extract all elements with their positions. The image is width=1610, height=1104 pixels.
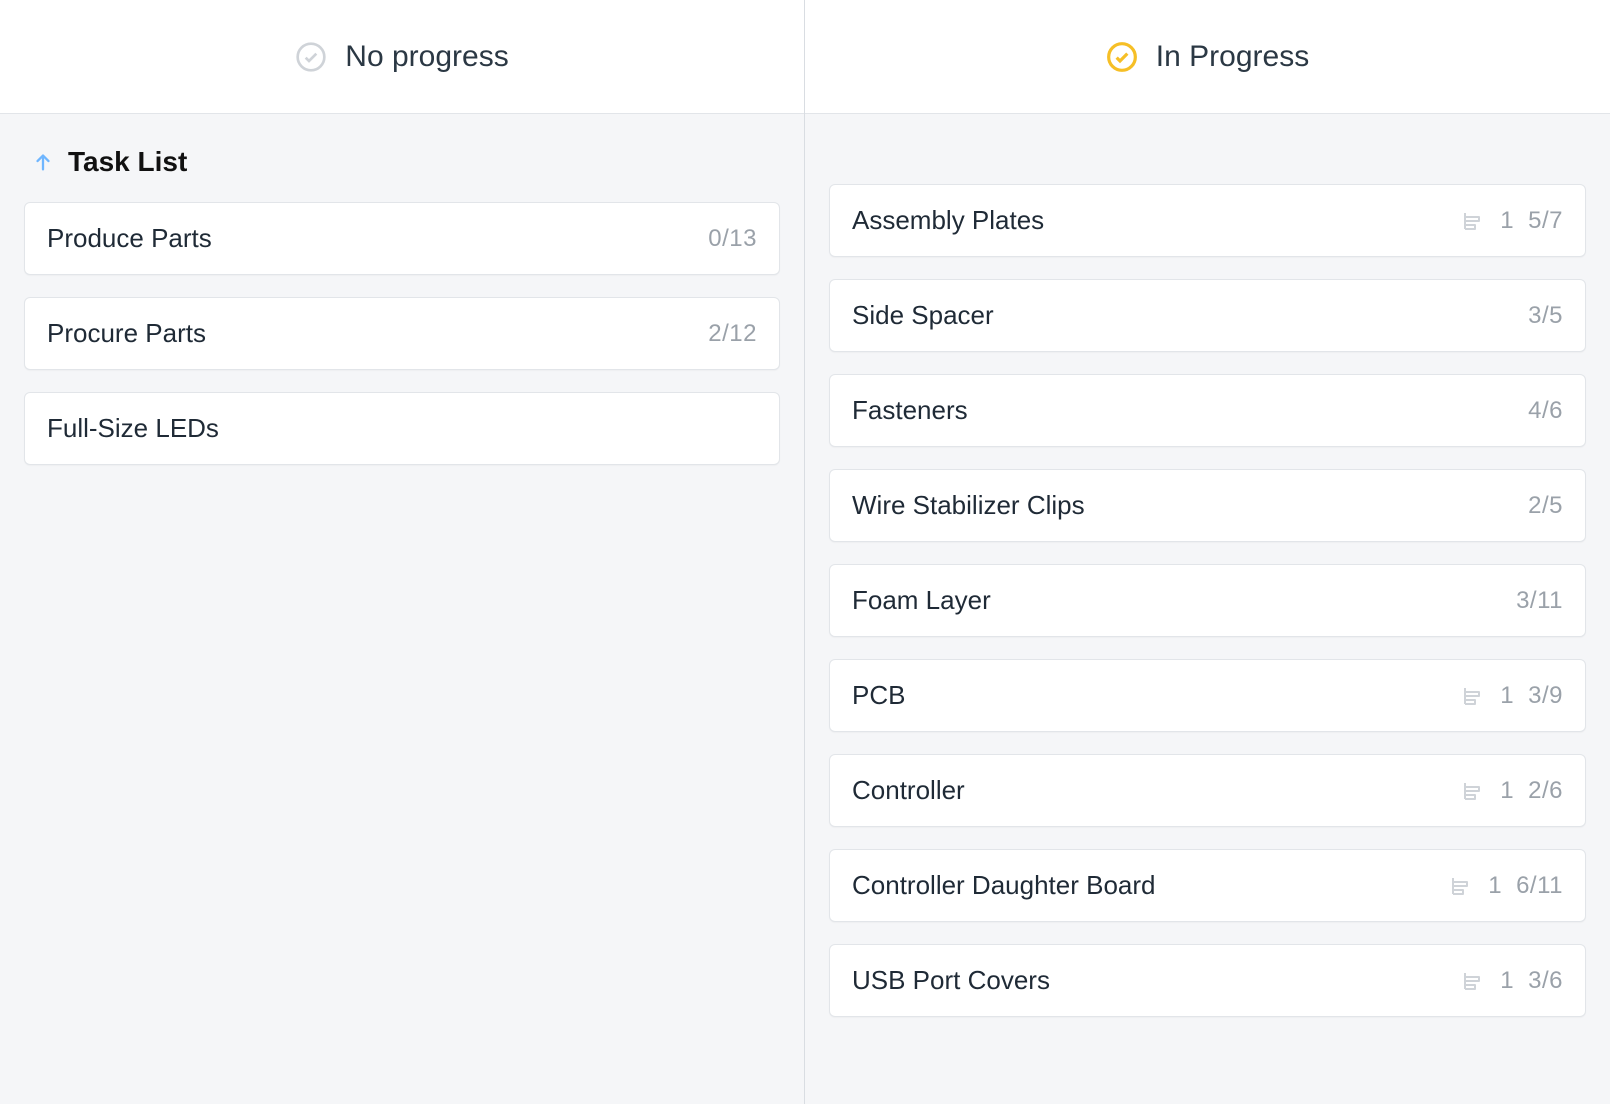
subtask-icon — [1462, 684, 1486, 708]
subtask-count: 1 — [1488, 872, 1502, 900]
task-card[interactable]: Side Spacer 3/5 — [829, 279, 1586, 352]
task-card[interactable]: Produce Parts 0/13 — [24, 202, 780, 275]
task-label: Controller — [852, 775, 965, 806]
task-meta: 0/13 — [708, 225, 757, 253]
task-card[interactable]: USB Port Covers 1 3/6 — [829, 944, 1586, 1017]
task-meta: 2/12 — [708, 320, 757, 348]
kanban-board: No progress Task List Produce Parts 0/13… — [0, 0, 1610, 1104]
task-progress: 2/12 — [708, 320, 757, 348]
subtask-count: 1 — [1500, 207, 1514, 235]
task-label: Side Spacer — [852, 300, 994, 331]
subtask-icon — [1462, 969, 1486, 993]
task-meta: 4/6 — [1528, 397, 1563, 425]
subtask-icon — [1450, 874, 1474, 898]
column-body-no-progress: Task List Produce Parts 0/13 Procure Par… — [0, 114, 804, 509]
column-header-no-progress[interactable]: No progress — [0, 0, 804, 114]
task-progress: 2/6 — [1528, 777, 1563, 805]
column-body-in-progress: Assembly Plates 1 5/7 Side Spacer 3/5 — [805, 114, 1610, 1061]
task-progress: 4/6 — [1528, 397, 1563, 425]
task-card[interactable]: Procure Parts 2/12 — [24, 297, 780, 370]
task-label: Procure Parts — [47, 318, 206, 349]
task-progress: 2/5 — [1528, 492, 1563, 520]
task-label: Controller Daughter Board — [852, 870, 1156, 901]
task-card[interactable]: Wire Stabilizer Clips 2/5 — [829, 469, 1586, 542]
task-meta: 1 6/11 — [1450, 872, 1563, 900]
task-label: PCB — [852, 680, 905, 711]
task-label: Wire Stabilizer Clips — [852, 490, 1085, 521]
task-progress: 3/11 — [1516, 587, 1563, 615]
task-meta: 2/5 — [1528, 492, 1563, 520]
task-label: Full-Size LEDs — [47, 413, 219, 444]
task-label: Assembly Plates — [852, 205, 1044, 236]
spacer — [829, 136, 1586, 184]
arrow-up-icon — [32, 151, 54, 173]
task-label: Foam Layer — [852, 585, 991, 616]
task-meta: 1 3/6 — [1462, 967, 1563, 995]
subtask-count: 1 — [1500, 682, 1514, 710]
column-no-progress: No progress Task List Produce Parts 0/13… — [0, 0, 805, 1104]
task-meta: 3/11 — [1516, 587, 1563, 615]
subtask-icon — [1462, 209, 1486, 233]
group-header-task-list[interactable]: Task List — [24, 136, 780, 202]
task-card[interactable]: PCB 1 3/9 — [829, 659, 1586, 732]
task-progress: 5/7 — [1528, 207, 1563, 235]
check-circle-icon — [295, 41, 327, 73]
task-card[interactable]: Full-Size LEDs — [24, 392, 780, 465]
task-meta: 1 3/9 — [1462, 682, 1563, 710]
task-progress: 3/9 — [1528, 682, 1563, 710]
task-progress: 0/13 — [708, 225, 757, 253]
task-card[interactable]: Assembly Plates 1 5/7 — [829, 184, 1586, 257]
column-title: In Progress — [1156, 40, 1309, 74]
column-header-in-progress[interactable]: In Progress — [805, 0, 1610, 114]
column-title: No progress — [345, 40, 508, 74]
task-meta: 1 5/7 — [1462, 207, 1563, 235]
subtask-count: 1 — [1500, 967, 1514, 995]
task-card[interactable]: Controller 1 2/6 — [829, 754, 1586, 827]
task-card[interactable]: Controller Daughter Board 1 6/11 — [829, 849, 1586, 922]
task-meta: 3/5 — [1528, 302, 1563, 330]
task-card[interactable]: Fasteners 4/6 — [829, 374, 1586, 447]
task-label: USB Port Covers — [852, 965, 1050, 996]
subtask-icon — [1462, 779, 1486, 803]
task-card[interactable]: Foam Layer 3/11 — [829, 564, 1586, 637]
subtask-count: 1 — [1500, 777, 1514, 805]
task-progress: 6/11 — [1516, 872, 1563, 900]
task-label: Fasteners — [852, 395, 968, 426]
column-in-progress: In Progress Assembly Plates 1 5/7 Side S… — [805, 0, 1610, 1104]
group-title: Task List — [68, 146, 187, 178]
check-circle-icon — [1106, 41, 1138, 73]
task-label: Produce Parts — [47, 223, 212, 254]
task-progress: 3/6 — [1528, 967, 1563, 995]
task-progress: 3/5 — [1528, 302, 1563, 330]
task-meta: 1 2/6 — [1462, 777, 1563, 805]
